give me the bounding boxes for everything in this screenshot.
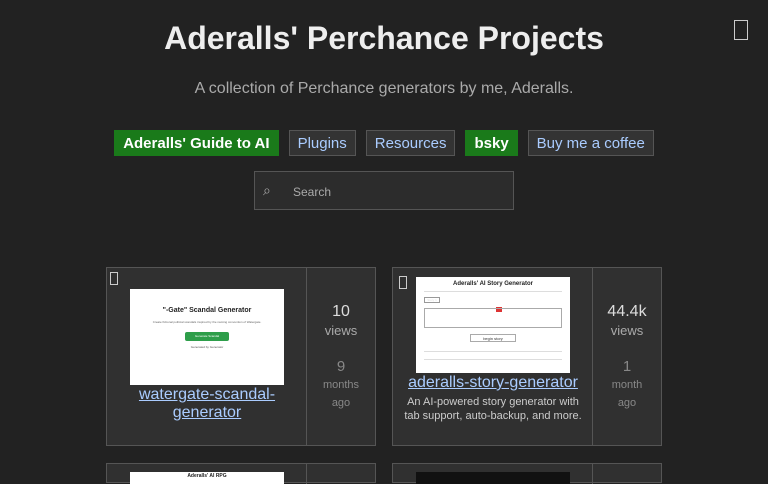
- project-stats: 10 views 9 months ago: [307, 268, 375, 445]
- age-unit: month: [611, 379, 643, 391]
- page-title: Aderalls' Perchance Projects: [164, 20, 604, 56]
- project-card: Aderalls' AI RPG: [106, 463, 376, 484]
- views-count: 10: [332, 303, 350, 320]
- page-subtitle: A collection of Perchance generators by …: [194, 80, 574, 97]
- nav-bar: Aderalls' Guide to AI Plugins Resources …: [0, 130, 768, 156]
- age-unit: months: [322, 379, 360, 391]
- thumbnail-line: [424, 291, 562, 292]
- bookmark-icon[interactable]: [110, 272, 118, 285]
- thumbnail-button: begin story: [470, 334, 516, 342]
- nav-link-guide[interactable]: Aderalls' Guide to AI: [114, 130, 279, 156]
- views-count: 44.4k: [607, 303, 647, 320]
- project-stats: 44.4k views 1 month ago: [593, 268, 661, 445]
- project-link[interactable]: aderalls-story-generator: [403, 374, 583, 392]
- project-card: Aderalls' AI Story Generator Story 1 beg…: [392, 267, 662, 446]
- project-thumbnail[interactable]: [416, 472, 570, 484]
- age-ago: ago: [617, 397, 637, 409]
- thumbnail-tab: Story 1: [424, 297, 440, 303]
- thumbnail-title: Aderalls' AI Story Generator: [453, 281, 533, 287]
- thumbnail-textbox: [424, 308, 562, 328]
- thumbnail-line: [424, 351, 562, 352]
- age-number: 1: [622, 358, 632, 375]
- age-ago: ago: [331, 397, 351, 409]
- project-thumbnail[interactable]: Aderalls' AI Story Generator Story 1 beg…: [416, 277, 570, 373]
- project-card-main: Aderalls' AI Story Generator Story 1 beg…: [393, 268, 593, 445]
- thumbnail-title: Aderalls' AI RPG: [187, 473, 227, 479]
- views-label: views: [324, 323, 358, 338]
- project-card: [392, 463, 662, 484]
- project-card-main: Aderalls' AI RPG: [107, 464, 307, 484]
- project-thumbnail[interactable]: "-Gate" Scandal Generator Create fiction…: [130, 289, 284, 385]
- search-input[interactable]: [291, 181, 505, 203]
- thumbnail-button-label: begin story: [483, 336, 503, 341]
- project-link[interactable]: watergate-scandal-generator: [117, 386, 297, 422]
- project-description: An AI-powered story generator with tab s…: [404, 396, 582, 422]
- project-card-main: "-Gate" Scandal Generator Create fiction…: [107, 268, 307, 445]
- nav-link-coffee[interactable]: Buy me a coffee: [527, 130, 654, 156]
- thumbnail-subtitle: Create fictional political scandals insp…: [152, 320, 262, 324]
- search-icon: ⌕: [263, 182, 271, 198]
- project-card-main: [393, 464, 593, 484]
- age-number: 9: [336, 358, 346, 375]
- thumbnail-line: [424, 359, 562, 360]
- thumbnail-tab-label: Story 1: [427, 298, 437, 302]
- thumbnail-title: "-Gate" Scandal Generator: [162, 307, 252, 314]
- thumbnail-button: Generate Scandal: [185, 332, 229, 341]
- project-thumbnail[interactable]: Aderalls' AI RPG: [130, 472, 284, 484]
- thumbnail-button-label: Generate Scandal: [194, 334, 220, 338]
- views-label: views: [610, 323, 644, 338]
- nav-link-bsky[interactable]: bsky: [465, 130, 518, 156]
- search-box: ⌕: [254, 171, 514, 210]
- project-card: "-Gate" Scandal Generator Create fiction…: [106, 267, 376, 446]
- nav-link-resources[interactable]: Resources: [365, 130, 456, 156]
- nav-link-plugins[interactable]: Plugins: [288, 130, 356, 156]
- bookmark-icon[interactable]: [399, 276, 407, 289]
- thumbnail-footer: Generated by Generator: [190, 345, 224, 349]
